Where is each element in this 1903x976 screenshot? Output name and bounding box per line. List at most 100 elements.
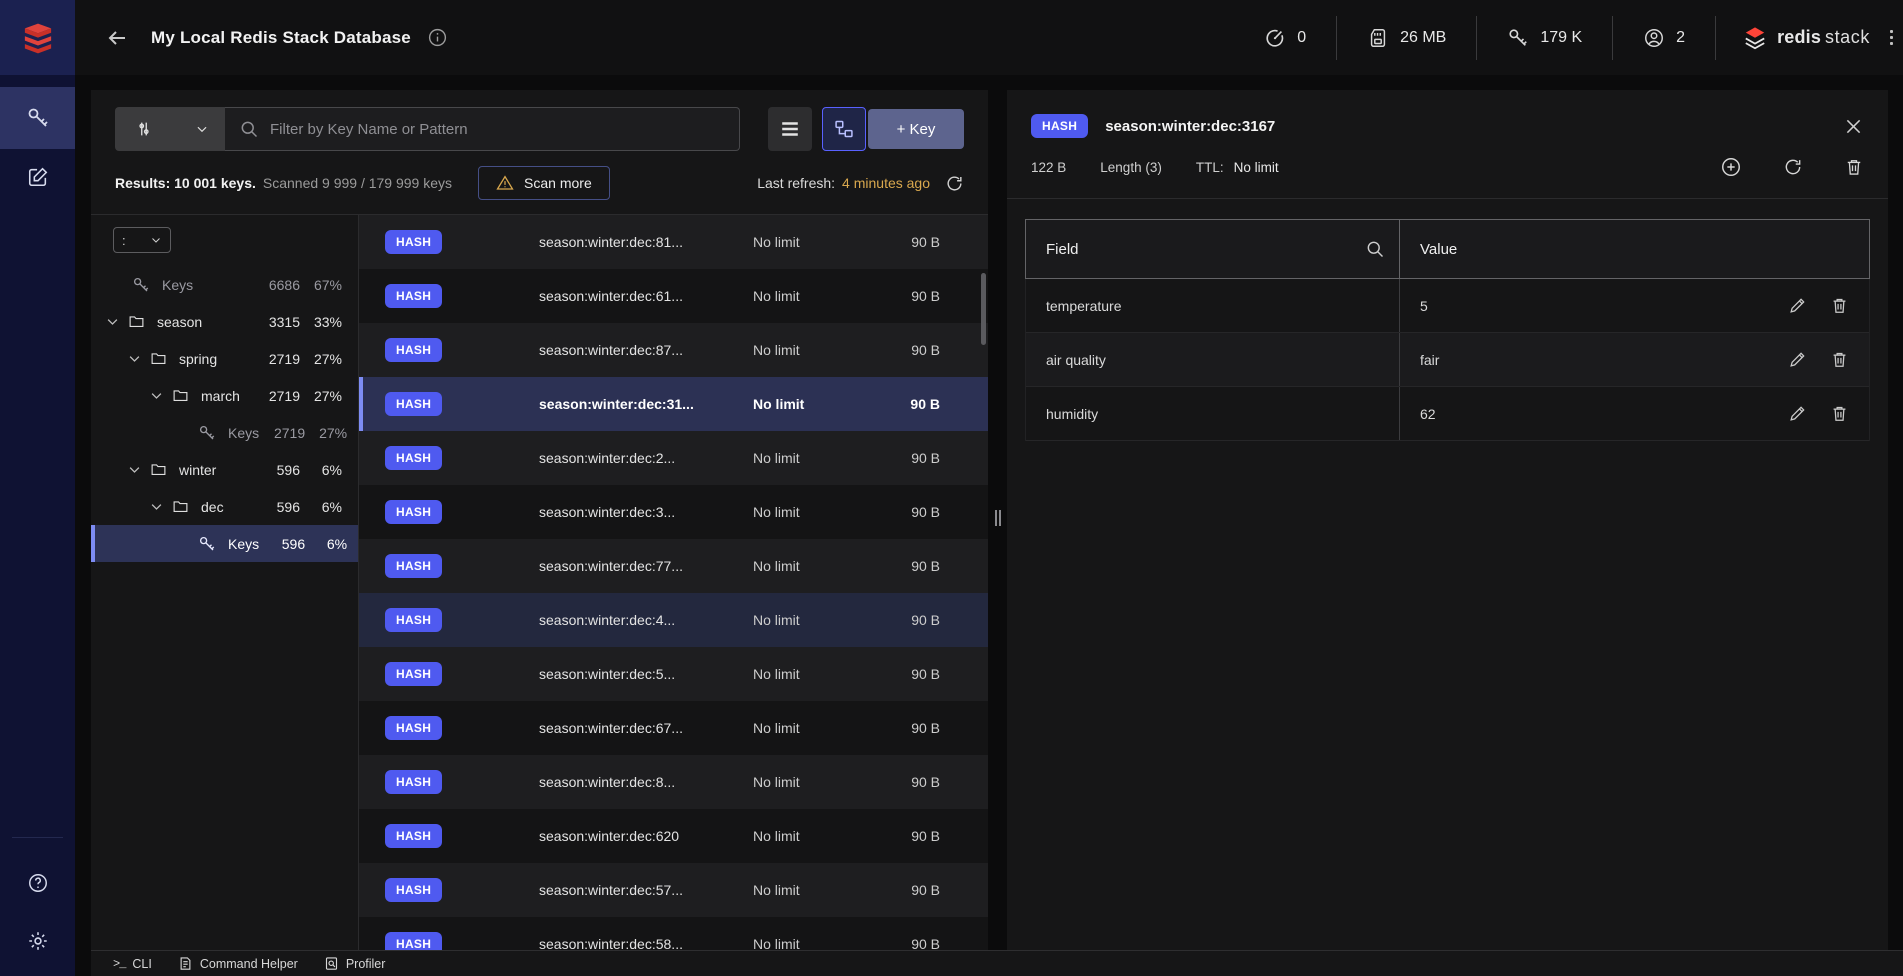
key-list-row[interactable]: HASH season:winter:dec:31... No limit 90… (359, 377, 988, 431)
search-field-icon[interactable] (1365, 239, 1385, 259)
key-ttl: No limit (753, 666, 800, 682)
field-name: temperature (1046, 298, 1121, 314)
key-list-row[interactable]: HASH season:winter:dec:87... No limit 90… (359, 323, 988, 377)
refresh-icon[interactable] (945, 174, 964, 193)
key-list-row[interactable]: HASH season:winter:dec:8... No limit 90 … (359, 755, 988, 809)
tree-node-percent: 6% (300, 462, 342, 478)
chevron-down-icon[interactable] (127, 462, 142, 477)
tree-node-label: Keys (228, 425, 259, 441)
info-icon[interactable] (427, 27, 448, 48)
folder-icon (171, 387, 190, 404)
brand-redis: redis (1777, 27, 1821, 47)
key-type-badge: HASH (385, 770, 442, 794)
tree-node-percent: 6% (300, 499, 342, 515)
field-column-label: Field (1046, 241, 1079, 258)
command-helper-tab[interactable]: Command Helper (178, 956, 298, 971)
tree-node[interactable]: march 2719 27% (91, 377, 358, 414)
delete-field-icon[interactable] (1830, 350, 1849, 369)
key-size: 90 B (860, 558, 940, 574)
key-ttl: TTL: No limit (1196, 160, 1279, 175)
key-filter-input[interactable] (270, 121, 725, 138)
key-type-filter-dropdown[interactable] (115, 107, 225, 151)
tree-node[interactable]: season 3315 33% (91, 303, 358, 340)
edit-field-icon[interactable] (1788, 296, 1807, 315)
panel-resize-handle[interactable] (995, 510, 1001, 526)
cli-tab[interactable]: >_ CLI (113, 957, 152, 971)
brand-stack: stack (1825, 27, 1870, 47)
edit-field-icon[interactable] (1788, 350, 1807, 369)
refresh-key-icon[interactable] (1783, 157, 1803, 177)
back-arrow-icon[interactable] (105, 26, 129, 50)
key-list-row[interactable]: HASH season:winter:dec:58... No limit 90… (359, 917, 988, 950)
last-refresh-value: 4 minutes ago (842, 175, 930, 191)
add-field-icon[interactable] (1720, 156, 1742, 178)
redis-logo[interactable] (0, 0, 75, 75)
delete-field-icon[interactable] (1830, 296, 1849, 315)
tree-node[interactable]: dec 596 6% (91, 488, 358, 525)
tree-node[interactable]: Keys 2719 27% (91, 414, 358, 451)
key-list-row[interactable]: HASH season:winter:dec:3... No limit 90 … (359, 485, 988, 539)
key-list-row[interactable]: HASH season:winter:dec:81... No limit 90… (359, 215, 988, 269)
delimiter-dropdown[interactable]: : (113, 227, 171, 253)
key-type-badge: HASH (1031, 114, 1088, 138)
filter-group (115, 107, 740, 151)
chevron-down-icon[interactable] (127, 351, 142, 366)
scrollbar-thumb[interactable] (981, 273, 986, 345)
key-name: season:winter:dec:67... (539, 720, 683, 736)
key-list: HASH season:winter:dec:81... No limit 90… (359, 215, 988, 950)
scan-more-button[interactable]: Scan more (478, 166, 610, 200)
tree-node[interactable]: Keys 6686 67% (91, 266, 358, 303)
sidebar-item-workbench[interactable] (0, 149, 75, 205)
tree-node[interactable]: spring 2719 27% (91, 340, 358, 377)
sidebar-item-help[interactable] (0, 872, 75, 894)
key-name: season:winter:dec:2... (539, 450, 675, 466)
close-icon[interactable] (1843, 116, 1864, 137)
tree-node-label: season (157, 314, 202, 330)
filter-sliders-icon (135, 120, 153, 138)
key-list-row[interactable]: HASH season:winter:dec:620 No limit 90 B (359, 809, 988, 863)
key-name: season:winter:dec:31... (539, 396, 694, 412)
document-icon (178, 956, 193, 971)
key-list-row[interactable]: HASH season:winter:dec:77... No limit 90… (359, 539, 988, 593)
tree-node[interactable]: Keys 596 6% (91, 525, 358, 562)
list-view-toggle[interactable] (768, 107, 812, 151)
key-size: 90 B (860, 774, 940, 790)
delete-key-icon[interactable] (1844, 157, 1864, 177)
tree-node[interactable]: winter 596 6% (91, 451, 358, 488)
key-meta-row: 122 B Length (3) TTL: No limit (1031, 156, 1864, 198)
profiler-icon (324, 956, 339, 971)
key-list-row[interactable]: HASH season:winter:dec:57... No limit 90… (359, 863, 988, 917)
key-icon (26, 106, 50, 130)
profiler-tab[interactable]: Profiler (324, 956, 386, 971)
tree-view-toggle[interactable] (822, 107, 866, 151)
key-tree: Keys 6686 67% season 3315 33% spring 271… (91, 266, 358, 562)
chevron-down-icon[interactable] (105, 314, 120, 329)
key-list-row[interactable]: HASH season:winter:dec:67... No limit 90… (359, 701, 988, 755)
sidebar-item-settings[interactable] (0, 930, 75, 952)
edit-field-icon[interactable] (1788, 404, 1807, 423)
tree-node-percent: 67% (300, 277, 342, 293)
tree-node-percent: 27% (300, 388, 342, 404)
key-list-row[interactable]: HASH season:winter:dec:2... No limit 90 … (359, 431, 988, 485)
add-key-button[interactable]: + Key (868, 109, 964, 149)
key-list-row[interactable]: HASH season:winter:dec:4... No limit 90 … (359, 593, 988, 647)
list-view-icon (779, 118, 801, 140)
folder-icon (127, 313, 146, 330)
key-name: season:winter:dec:3... (539, 504, 675, 520)
key-ttl: No limit (753, 936, 800, 950)
key-size: 90 B (860, 828, 940, 844)
chevron-down-icon[interactable] (149, 499, 164, 514)
table-body: temperature 5 air quality fair (1025, 279, 1870, 441)
delete-field-icon[interactable] (1830, 404, 1849, 423)
overflow-menu-icon[interactable] (1884, 30, 1903, 45)
field-value: 5 (1420, 298, 1428, 314)
key-list-row[interactable]: HASH season:winter:dec:5... No limit 90 … (359, 647, 988, 701)
stat-keys-value: 179 K (1540, 29, 1582, 47)
key-list-row[interactable]: HASH season:winter:dec:61... No limit 90… (359, 269, 988, 323)
chevron-down-icon[interactable] (149, 388, 164, 403)
key-name: season:winter:dec:5... (539, 666, 675, 682)
tree-node-percent: 33% (300, 314, 342, 330)
sidebar-item-browser[interactable] (0, 87, 75, 149)
key-type-badge: HASH (385, 824, 442, 848)
bottom-tools-bar: >_ CLI Command Helper Profiler (91, 950, 1903, 976)
